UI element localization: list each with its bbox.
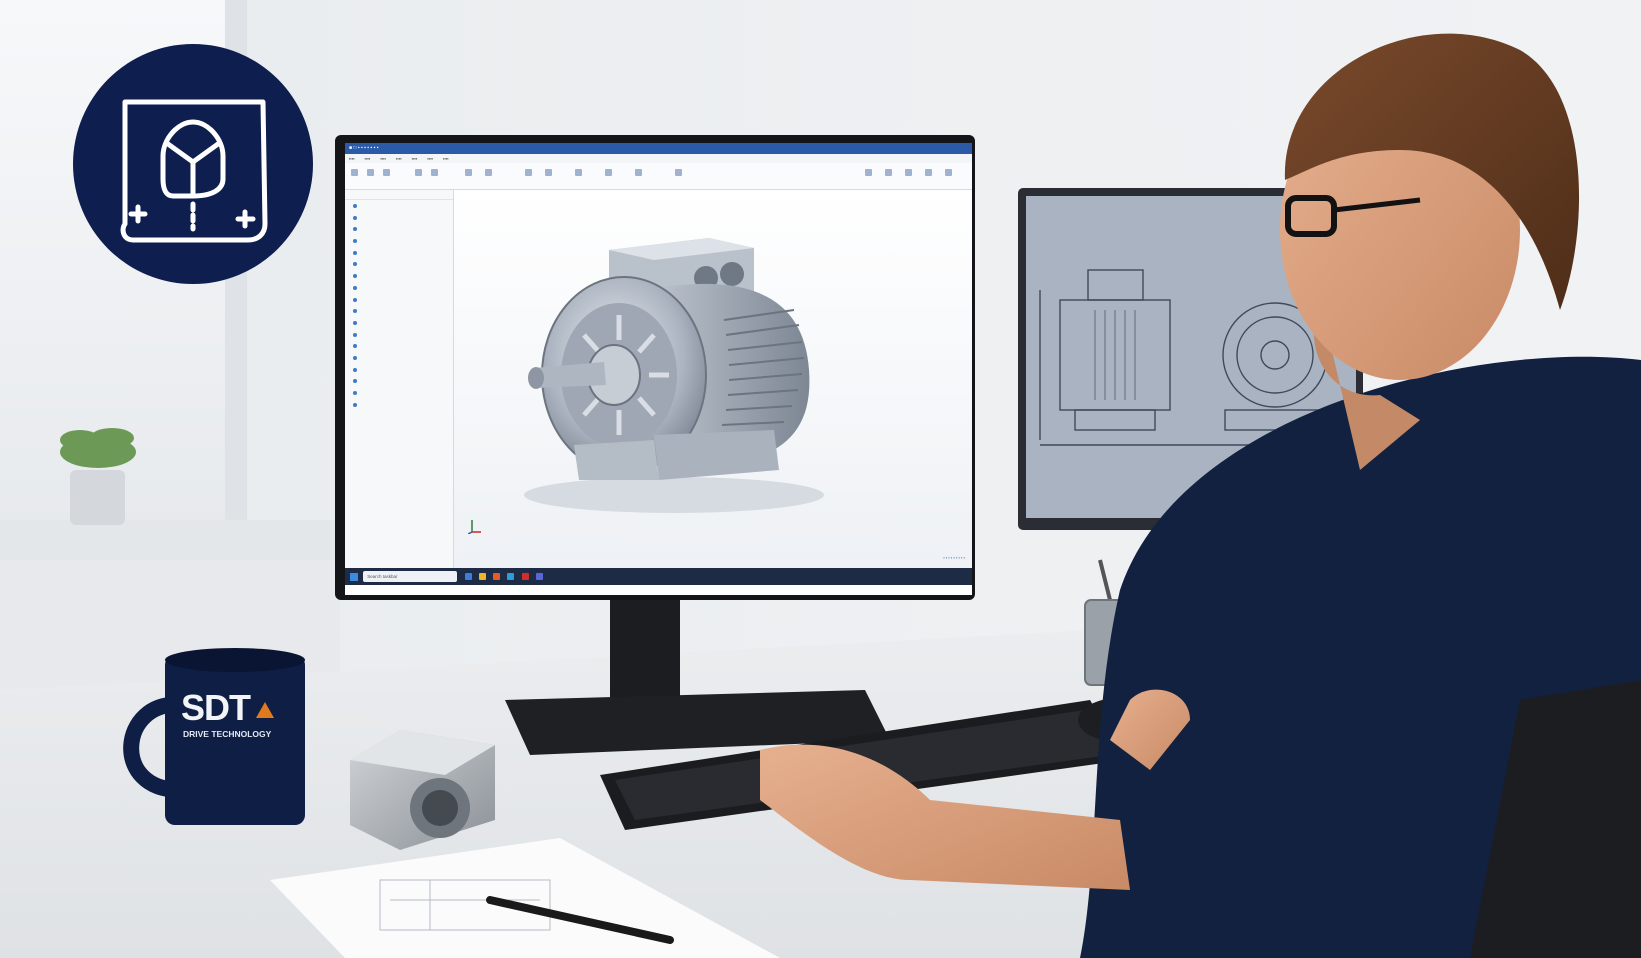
tree-item[interactable] — [345, 223, 453, 235]
motor-model — [524, 238, 824, 513]
office-scene: ■ □ ▪ ▪ ▪ ▪ ▪ ▪ ▪ ▪▪▪▪ ▪▪▪▪ ▪▪▪▪ ▪▪▪▪ ▪▪▪▪ ▪▪… — [0, 0, 1641, 958]
tree-item[interactable] — [345, 387, 453, 399]
taskbar-search-input[interactable]: Search taskbar — [363, 571, 458, 583]
app-icon[interactable] — [535, 573, 543, 581]
tree-item[interactable] — [345, 329, 453, 341]
app-title-bar: ■ □ ▪ ▪ ▪ ▪ ▪ ▪ ▪ — [345, 143, 972, 154]
os-taskbar[interactable]: Search taskbar — [345, 568, 972, 585]
cad-drawing-icon — [120, 99, 268, 243]
app-icon[interactable] — [521, 573, 529, 581]
tree-item[interactable] — [345, 375, 453, 387]
app-icon[interactable] — [493, 573, 501, 581]
tree-item[interactable] — [345, 235, 453, 247]
tree-item[interactable] — [345, 399, 453, 411]
ribbon-tabs[interactable]: ▪▪▪▪ ▪▪▪▪ ▪▪▪▪ ▪▪▪▪ ▪▪▪▪ ▪▪▪▪ ▪▪▪▪ — [345, 154, 972, 163]
axis-triad-icon — [468, 520, 481, 534]
mug-brand-accent-icon — [256, 702, 274, 718]
plant-pot — [70, 470, 125, 525]
tree-item[interactable] — [345, 294, 453, 306]
window-sill — [0, 520, 340, 560]
tree-item[interactable] — [345, 200, 453, 212]
mug-brand-text: SDT — [181, 687, 251, 728]
tree-item[interactable] — [345, 282, 453, 294]
3d-viewport[interactable] — [454, 190, 972, 568]
feature-tree[interactable] — [345, 190, 454, 568]
tree-item[interactable] — [345, 364, 453, 376]
plant — [60, 428, 136, 468]
ribbon-toolbar[interactable] — [345, 163, 972, 190]
folder-icon[interactable] — [478, 573, 486, 581]
tree-item[interactable] — [345, 247, 453, 259]
app-icon[interactable] — [464, 573, 472, 581]
app-icon[interactable] — [507, 573, 515, 581]
tree-item[interactable] — [345, 305, 453, 317]
mug-logo: SDT DRIVE TECHNOLOGY — [181, 687, 291, 747]
windows-start-icon[interactable] — [350, 572, 358, 581]
tree-item[interactable] — [345, 352, 453, 364]
mug-subtitle: DRIVE TECHNOLOGY — [183, 729, 272, 739]
status-bar: ▪ ▪ ▪ ▪ ▪ ▪ ▪ ▪ ▪ — [943, 555, 965, 560]
tree-item[interactable] — [345, 317, 453, 329]
tree-item[interactable] — [345, 340, 453, 352]
cad-logo-badge — [73, 44, 313, 284]
tree-item[interactable] — [345, 258, 453, 270]
feature-tree-header — [345, 190, 453, 200]
tree-item[interactable] — [345, 212, 453, 224]
tree-item[interactable] — [345, 270, 453, 282]
cad-application-window: ■ □ ▪ ▪ ▪ ▪ ▪ ▪ ▪ ▪▪▪▪ ▪▪▪▪ ▪▪▪▪ ▪▪▪▪ ▪▪▪▪ ▪▪… — [345, 143, 972, 595]
